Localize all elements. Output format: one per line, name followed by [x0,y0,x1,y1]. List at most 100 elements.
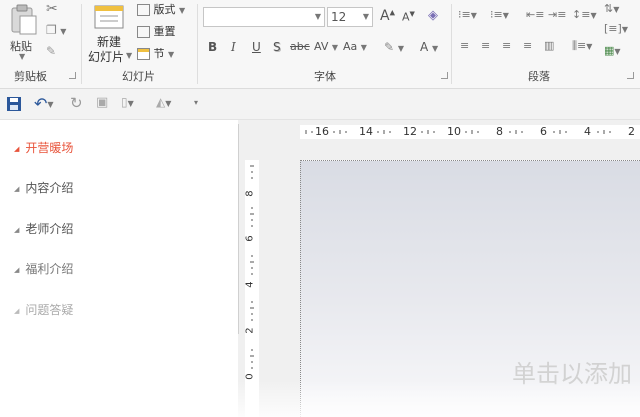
text-direction-button[interactable]: ⇅▼ [604,2,619,15]
slides-group-label: 幻灯片 [122,70,155,83]
chevron-down-icon: ▼ [502,11,509,20]
ruler-label: 6 [244,235,256,242]
smartart-icon: ▦ [604,44,615,57]
font-color-button[interactable]: A ▼ [420,40,438,54]
format-painter-button[interactable]: ✎ [46,44,56,58]
character-spacing-label: AV [314,40,329,53]
font-dialog-launcher[interactable] [441,72,448,79]
ruler-label: 14 [359,125,373,138]
distributed-button[interactable]: ▥ [544,39,554,52]
start-from-beginning-button[interactable]: ▣ [96,95,108,110]
paste-button[interactable]: 粘贴 ▼ [6,2,40,61]
chevron-down-icon: ▼ [362,12,369,21]
bullets-icon: ⁝≡ [458,8,471,21]
presentation-icon: ▣ [96,95,109,110]
collapse-triangle-icon: ◢ [14,265,20,274]
change-case-button[interactable]: Aa ▼ [343,40,367,53]
chevron-down-icon: ▼ [614,47,621,56]
chevron-down-icon: ▼ [126,51,133,60]
shapes-icon: ◭ [156,95,166,109]
align-center-button[interactable]: ≡ [481,39,490,52]
align-center-icon: ≡ [481,39,491,52]
chevron-down-icon: ▼ [47,100,54,109]
clear-formatting-button[interactable]: ◈ [428,8,438,23]
clipboard-dialog-launcher[interactable] [69,72,76,79]
paragraph-group-label: 段落 [528,70,550,83]
reset-button[interactable]: 重置 [137,23,176,39]
smartart-button[interactable]: ▦▼ [604,44,621,57]
copy-button[interactable]: ❐ ▼ [46,23,66,37]
chevron-down-icon: ▼ [60,27,67,36]
cut-button[interactable]: ✂ [46,1,58,17]
chevron-down-icon: ▼ [586,42,593,51]
chevron-down-icon: ▼ [168,50,175,59]
align-text-button[interactable]: [≡]▼ [604,22,628,35]
increase-indent-icon: ⇥≡ [548,8,567,21]
chevron-down-icon: ▼ [397,44,405,53]
chevron-down-icon: ▼ [314,12,321,21]
font-size-value: 12 [331,10,347,24]
new-slide-icon [94,5,124,29]
change-case-label: Aa [343,40,358,53]
underline-button[interactable]: U [252,40,261,54]
columns-button[interactable]: ⫼≡▼ [572,39,592,53]
decrease-indent-icon: ⇤≡ [526,8,545,21]
outline-item[interactable]: ◢ 问题答疑 [14,301,73,318]
increase-indent-button[interactable]: ⇥≡ [548,8,566,21]
outline-item[interactable]: ◢ 开营暖场 [14,139,73,156]
justify-button[interactable]: ≡ [523,39,532,52]
ruler-label: 12 [403,125,417,138]
decrease-indent-button[interactable]: ⇤≡ [526,8,544,21]
outline-item[interactable]: ◢ 老师介绍 [14,220,73,237]
paragraph-dialog-launcher[interactable] [627,72,634,79]
character-spacing-button[interactable]: AV ▼ [314,40,338,53]
redo-button[interactable]: ↻ [70,94,83,112]
outline-item[interactable]: ◢ 内容介绍 [14,179,73,196]
ruler-label: 0 [244,373,256,380]
grow-font-button[interactable]: A▲ [380,8,395,24]
numbering-button[interactable]: ⁝≡▼ [490,8,509,21]
ruler-label: 6 [540,125,547,138]
ruler-label: 8 [496,125,503,138]
shadow-button[interactable]: S [273,40,281,54]
customize-icon: ▾ [194,98,199,107]
new-slide-button[interactable]: 新建 幻灯片 ▼ [86,0,132,66]
ruler-label: 2 [628,125,635,138]
vertical-ruler[interactable]: 8 6 4 2 0 [245,160,259,417]
chevron-down-icon: ▼ [127,99,134,108]
layout-button[interactable]: 版式 ▼ [137,1,185,17]
section-button[interactable]: 节 ▼ [137,45,174,61]
reset-label: 重置 [153,25,176,38]
font-size-combobox[interactable]: 12 ▼ [327,7,373,27]
customize-toolbar-button[interactable]: ▾ [194,98,198,107]
eraser-icon: ◈ [428,8,438,23]
line-spacing-button[interactable]: ↕≡▼ [572,8,597,21]
ruler-label: 2 [244,327,256,334]
highlight-button[interactable]: ✎ ▼ [384,40,404,54]
group-divider [197,4,198,84]
undo-button[interactable]: ↶▼ [34,94,54,113]
align-left-button[interactable]: ≡ [460,39,469,52]
font-name-combobox[interactable]: ▼ [203,7,325,27]
horizontal-ruler[interactable]: 16 14 12 10 8 6 4 2 [300,125,640,139]
align-text-icon: [≡] [604,22,622,35]
bullets-button[interactable]: ⁝≡▼ [458,8,477,21]
title-placeholder[interactable]: 单击以添加 [512,354,632,389]
bold-button[interactable]: B [208,40,217,54]
chevron-down-icon: ▼ [360,43,367,52]
italic-button[interactable]: I [231,40,236,54]
shapes-button[interactable]: ◭▼ [156,95,171,109]
chevron-down-icon: ▼ [331,43,339,52]
text-direction-icon: ⇅ [604,2,614,15]
save-icon[interactable] [7,97,21,111]
shrink-font-button[interactable]: A▼ [402,10,415,24]
outline-item-label: 开营暖场 [25,141,74,155]
highlighter-icon: ✎ [384,40,395,54]
align-right-button[interactable]: ≡ [502,39,511,52]
strikethrough-button[interactable]: abc [290,40,310,53]
layout-icon [137,4,150,16]
touch-mode-button[interactable]: ▯▼ [121,95,134,109]
pane-splitter[interactable] [238,124,239,334]
shrink-font-label: A [402,10,410,24]
outline-item[interactable]: ◢ 福利介绍 [14,260,73,277]
